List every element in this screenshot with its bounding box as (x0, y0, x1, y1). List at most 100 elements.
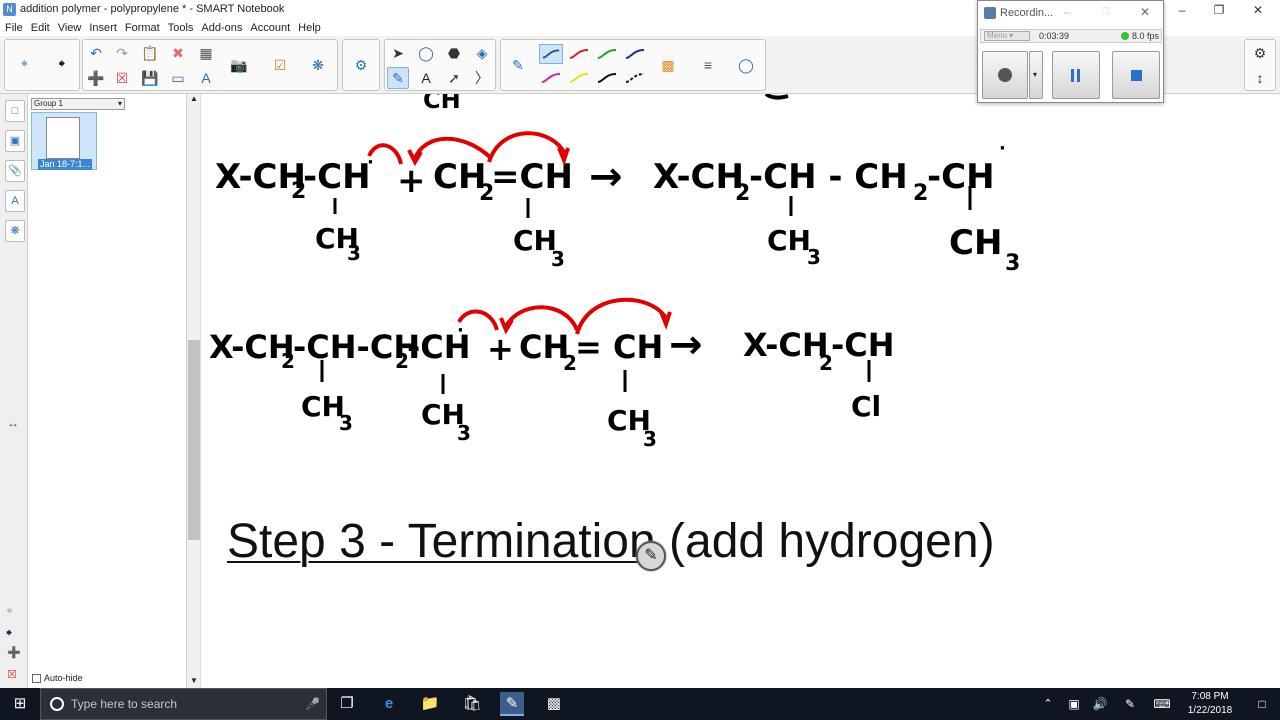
addons-icon[interactable]: ❋ (307, 54, 329, 76)
resize-icon[interactable]: ↔ (7, 416, 19, 430)
scroll-down-icon[interactable]: ▼ (190, 676, 198, 685)
row2-arrow: → (669, 322, 703, 368)
scrollbar-thumb[interactable] (188, 340, 200, 540)
store-icon[interactable]: 🛍 (460, 692, 484, 716)
page-thumbnail[interactable]: Jan 18-7:1... (31, 112, 97, 170)
pen-type-icon[interactable]: ✎ (507, 54, 529, 76)
delete-page-icon[interactable]: ☒ (111, 67, 133, 89)
screen-shade-icon[interactable]: ▭ (167, 67, 189, 89)
menu-account[interactable]: Account (246, 20, 294, 36)
pen-style-dashed[interactable] (623, 68, 647, 88)
document-camera-icon[interactable]: 📷 (228, 54, 250, 76)
page-sorter-tab-icon[interactable]: □ (5, 100, 25, 122)
smart-notebook-task-icon[interactable]: ✎ (500, 692, 524, 716)
record-button[interactable] (982, 51, 1028, 99)
gear-icon[interactable]: ⚙ (1249, 42, 1271, 64)
properties-tab-icon[interactable]: A (5, 190, 25, 212)
recorder-minimize-button[interactable]: – (1064, 5, 1071, 19)
menu-file[interactable]: File (0, 20, 27, 36)
close-button[interactable]: ✕ (1238, 0, 1278, 20)
thumbnail-page (46, 117, 80, 159)
toolbar-position-icon[interactable]: ↕ (1249, 67, 1271, 89)
taskbar-clock[interactable]: 7:08 PM 1/22/2018 (1180, 690, 1240, 718)
recorder-status-bar: Menu ▾ 0:03:39 8.0 fps (980, 29, 1162, 43)
file-explorer-icon[interactable]: 📁 (418, 692, 442, 716)
delete-icon[interactable]: ✖ (167, 42, 189, 64)
row2-ch3-2-sub: 3 (457, 421, 471, 445)
handwriting-icon[interactable]: A (195, 67, 217, 89)
save-icon[interactable]: 💾 (139, 67, 161, 89)
pen-style-yellow[interactable] (567, 68, 591, 88)
recorder-close-button[interactable]: ✕ (1140, 5, 1150, 19)
menu-addons[interactable]: Add-ons (197, 20, 246, 36)
recorder-task-icon[interactable]: ▩ (542, 692, 566, 716)
windows-start-icon[interactable]: ⊞ (8, 692, 32, 716)
menu-view[interactable]: View (54, 20, 86, 36)
color-palette-icon[interactable]: ▩ (657, 54, 679, 76)
stop-button[interactable] (1112, 51, 1160, 99)
menu-format[interactable]: Format (121, 20, 164, 36)
select-icon[interactable]: ➤ (387, 42, 409, 64)
whiteboard-canvas[interactable]: CH X-CH 2 -CH · + CH 2 =CH → X-CH 2 -CH … (201, 94, 1280, 688)
notifications-icon[interactable]: □ (1250, 692, 1274, 716)
microphone-icon[interactable]: 🎤 (305, 689, 320, 719)
line-style-icon[interactable]: ≡ (697, 54, 719, 76)
redo-icon[interactable]: ↷ (111, 42, 133, 64)
activity-builder-icon[interactable]: ☑ (269, 54, 291, 76)
line-icon[interactable]: ➚ (443, 67, 465, 89)
attachments-tab-icon[interactable]: 📎 (5, 160, 25, 182)
chevron-down-icon: ▾ (117, 99, 122, 108)
eraser-icon[interactable]: 〉 (471, 67, 493, 89)
sidebar-next-icon[interactable]: 🠺 (6, 624, 13, 646)
sidebar-add-page-icon[interactable]: ➕ (7, 646, 21, 659)
properties-icon[interactable]: ◯ (735, 54, 757, 76)
pen-style-magenta[interactable] (539, 68, 563, 88)
next-page-icon[interactable]: 🠺 (51, 54, 73, 76)
pen-style-black[interactable] (595, 68, 619, 88)
row1-arrow: → (589, 154, 623, 200)
menu-insert[interactable]: Insert (85, 20, 121, 36)
shapes-icon[interactable]: ◯ (415, 42, 437, 64)
pen-style-red[interactable] (567, 44, 591, 64)
pens-icon[interactable]: ✎ (387, 67, 409, 89)
taskbar-search[interactable]: Type here to search 🎤 (40, 688, 327, 720)
recorder-maximize-button[interactable]: □ (1102, 5, 1109, 17)
cutoff-ch3-1: CH (423, 94, 461, 114)
autohide-checkbox[interactable]: Auto-hide (32, 673, 83, 684)
keyboard-icon[interactable]: ⌨ (1150, 692, 1174, 716)
pen-style-blue[interactable] (539, 44, 563, 64)
network-icon[interactable]: ▣ (1062, 692, 1086, 716)
row1-ch3-2-sub: 3 (551, 247, 565, 271)
menu-tools[interactable]: Tools (164, 20, 198, 36)
edge-icon[interactable]: e (377, 692, 401, 716)
vertical-scrollbar[interactable]: ▲ ▼ (187, 94, 201, 688)
pen-workspace-icon[interactable]: ✎ (1118, 692, 1142, 716)
sidebar-prev-icon[interactable]: 🠸 (6, 602, 13, 624)
menu-help[interactable]: Help (294, 20, 325, 36)
task-view-icon[interactable]: ❐ (335, 692, 359, 716)
fill-icon[interactable]: ◈ (471, 42, 493, 64)
volume-icon[interactable]: 🔊 (1088, 692, 1112, 716)
text-icon[interactable]: A (415, 67, 437, 89)
record-options-button[interactable]: ▾ (1029, 51, 1043, 99)
eraser-shape-icon[interactable]: ⬣ (443, 42, 465, 64)
pen-style-green[interactable] (595, 44, 619, 64)
table-icon[interactable]: ▦ (195, 42, 217, 64)
scroll-up-icon[interactable]: ▲ (190, 94, 198, 103)
sidebar-delete-page-icon[interactable]: ☒ (7, 668, 17, 681)
recorder-menu-button[interactable]: Menu ▾ (984, 31, 1030, 41)
maximize-button[interactable]: ❐ (1199, 0, 1239, 20)
pen-style-navy[interactable] (623, 44, 647, 64)
undo-icon[interactable]: ↶ (85, 42, 107, 64)
menu-edit[interactable]: Edit (27, 20, 54, 36)
addons-tab-icon[interactable]: ❋ (5, 220, 25, 242)
group-select[interactable]: Group 1 ▾ (31, 98, 125, 110)
minimize-button[interactable]: – (1162, 0, 1202, 20)
puzzle-icon[interactable]: ⚙ (350, 54, 372, 76)
paste-icon[interactable]: 📋 (139, 42, 161, 64)
pause-button[interactable] (1052, 51, 1100, 99)
add-page-icon[interactable]: ➕ (85, 67, 107, 89)
gallery-tab-icon[interactable]: ▣ (5, 130, 25, 152)
previous-page-icon[interactable]: 🠸 (13, 54, 35, 76)
tray-expand-icon[interactable]: ⌃ (1036, 692, 1060, 716)
